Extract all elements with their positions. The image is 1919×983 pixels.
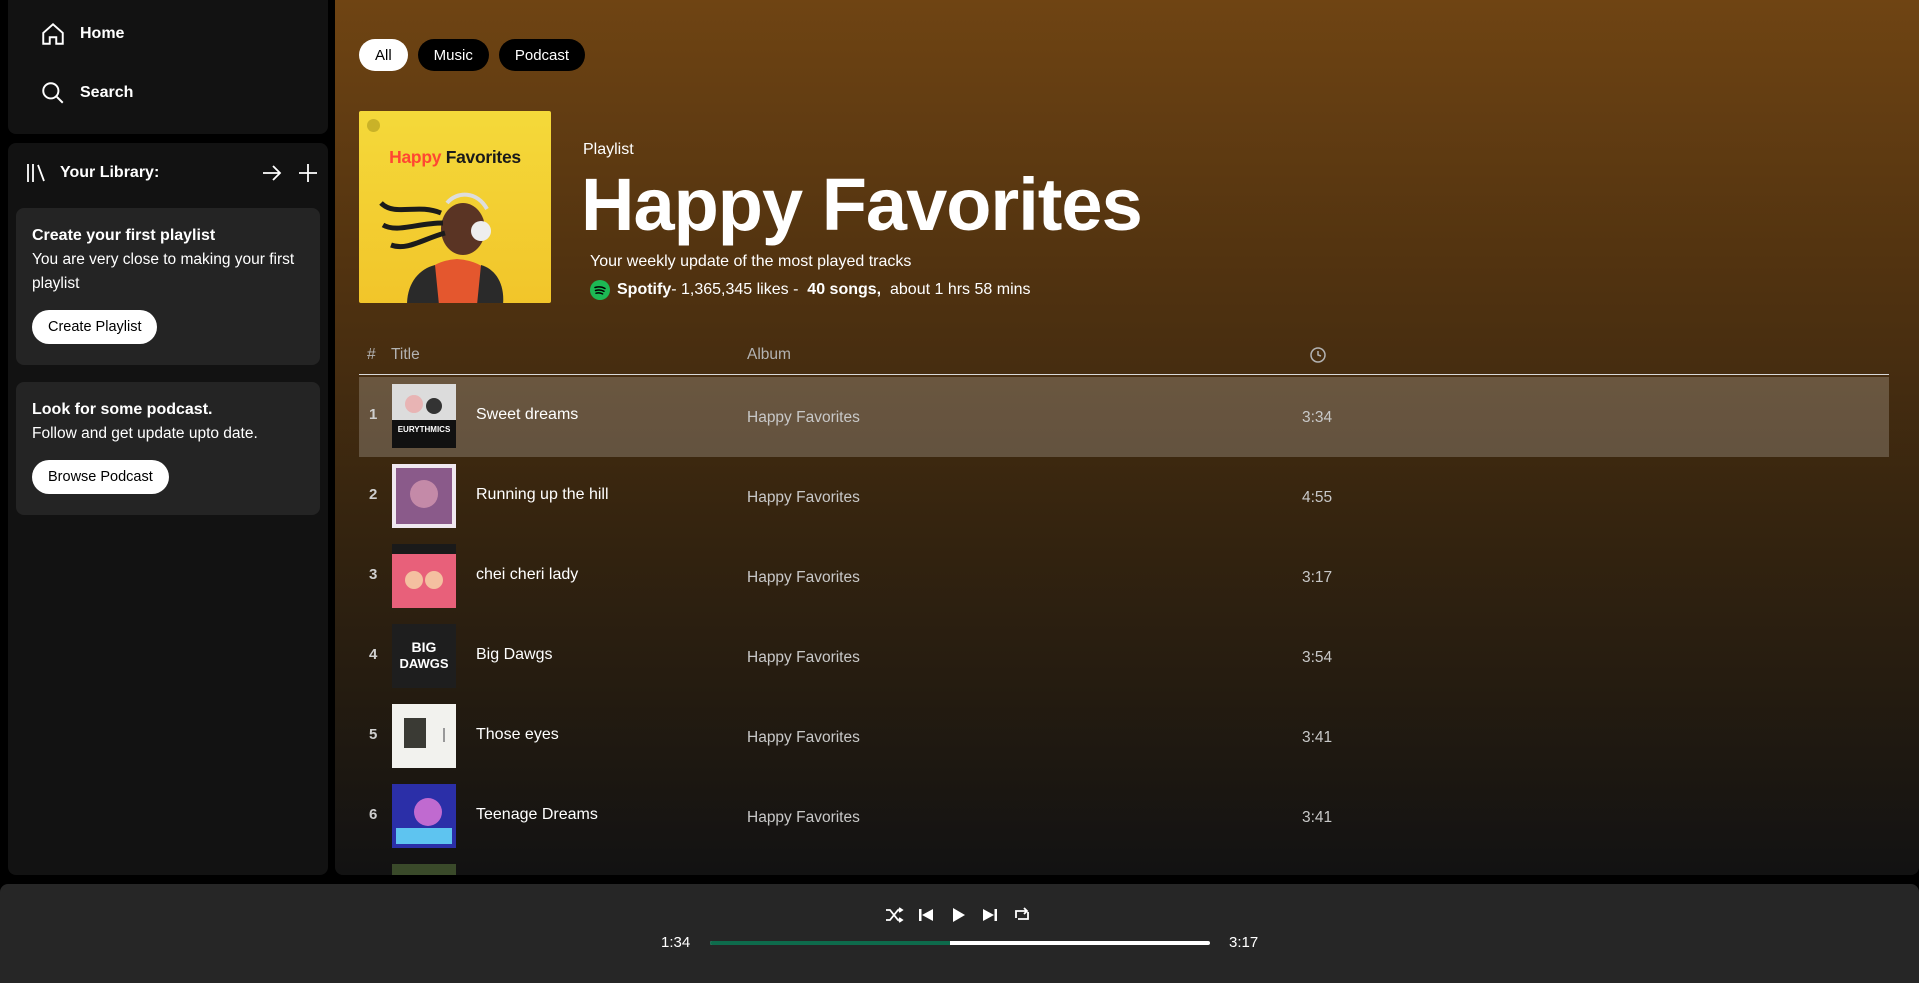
table-row[interactable]: 1 EURYTHMICS Sweet dreams Happy Favorite… [359,377,1889,457]
repeat-icon[interactable] [1012,905,1032,925]
track-title[interactable]: Teenage Dreams [476,806,598,824]
card-title: Create your first playlist [32,227,216,244]
track-title[interactable]: chei cheri lady [476,566,578,584]
home-icon [42,22,64,45]
nav-panel: Home Search [8,0,328,134]
table-row[interactable]: 4 BIG DAWGS Big Dawgs Happy Favorites 3:5… [359,617,1889,697]
card-title: Look for some podcast. [32,401,213,418]
track-duration: 3:17 [1302,569,1333,586]
card-text: Follow and get update upto date. [32,425,258,442]
track-number: 4 [369,646,378,663]
current-time: 1:34 [661,934,691,951]
track-art [392,864,456,875]
nav-home[interactable]: Home [40,21,124,47]
progress-fill [710,941,950,945]
track-art [392,704,456,768]
play-icon[interactable] [948,905,968,925]
track-art [392,464,456,528]
filter-all[interactable]: All [359,39,408,71]
track-duration: 3:34 [1302,409,1333,426]
track-art [392,544,456,608]
cover-title-favorites: Favorites [445,147,521,167]
cover-title: Happy Favorites [359,147,551,168]
track-album[interactable]: Happy Favorites [747,409,860,427]
cover-title-happy: Happy [389,147,442,167]
track-number: 3 [369,566,378,583]
next-icon[interactable] [980,905,1000,925]
column-number: # [367,346,376,363]
playlist-likes: - 1,365,345 likes - [671,281,799,298]
app: Home Search Your Library: Create your fi… [0,0,1919,983]
browse-podcast-card: Look for some podcast. Follow and get up… [16,382,320,515]
player-controls [884,905,1032,925]
track-duration: 3:54 [1302,649,1333,666]
library-header: Your Library: [24,160,320,186]
table-row[interactable]: 2 Running up the hill Happy Favorites 4:… [359,457,1889,537]
nav-home-label: Home [80,25,125,42]
track-title[interactable]: Running up the hill [476,486,609,504]
plus-icon[interactable] [296,161,320,185]
track-number: 1 [369,406,378,423]
track-number: 5 [369,726,378,743]
track-number: 6 [369,806,378,823]
svg-text:BIG: BIG [412,639,437,655]
filter-music[interactable]: Music [417,39,489,71]
playlist-description: Your weekly update of the most played tr… [590,253,912,270]
nav-search[interactable]: Search [40,80,133,106]
track-title[interactable]: Big Dawgs [476,646,552,664]
track-title[interactable]: Sweet dreams [476,406,578,424]
shuffle-icon[interactable] [884,905,904,925]
track-art [392,784,456,848]
track-album[interactable]: Happy Favorites [747,809,860,827]
track-art: EURYTHMICS [392,384,456,448]
progress-bar[interactable] [710,941,1210,945]
column-title: Title [391,346,420,363]
spotify-logo-icon [367,119,380,132]
svg-text:EURYTHMICS: EURYTHMICS [398,425,451,434]
playlist-meta: Spotify - 1,365,345 likes - 40 songs, ab… [590,280,1031,300]
create-playlist-card: Create your first playlist You are very … [16,208,320,365]
playlist-duration: about 1 hrs 58 mins [890,281,1031,298]
playlist-type: Playlist [583,141,634,158]
track-duration: 3:41 [1302,729,1333,746]
track-duration: 3:41 [1302,809,1333,826]
filter-chips: All Music Podcast [359,39,586,71]
total-time: 3:17 [1229,934,1259,951]
track-album[interactable]: Happy Favorites [747,569,860,587]
cover-person-image [379,192,504,303]
search-icon [42,82,64,104]
track-title[interactable]: Those eyes [476,726,559,744]
table-row[interactable] [359,857,1889,875]
nav-search-label: Search [80,84,134,101]
header-divider [359,374,1889,375]
filter-podcast[interactable]: Podcast [498,39,586,71]
table-row[interactable]: 5 Those eyes Happy Favorites 3:41 [359,697,1889,777]
spotify-icon [590,280,610,300]
playlist-title: Happy Favorites [581,163,1143,246]
library-panel: Your Library: Create your first playlist… [8,143,328,875]
table-row[interactable]: 6 Teenage Dreams Happy Favorites 3:41 [359,777,1889,857]
track-duration: 4:55 [1302,489,1333,506]
browse-podcast-button[interactable]: Browse Podcast [32,460,169,494]
player-bar: 1:34 3:17 [0,884,1919,983]
track-album[interactable]: Happy Favorites [747,649,860,667]
table-row[interactable]: 3 chei cheri lady Happy Favorites 3:17 [359,537,1889,617]
previous-icon[interactable] [916,905,936,925]
track-art: BIGDAWGS [392,624,456,688]
clock-icon [1310,347,1326,363]
main-content: All Music Podcast Happy Favorites Playli… [335,0,1919,875]
playlist-songs: 40 songs, [807,281,882,298]
svg-text:DAWGS: DAWGS [399,656,448,671]
track-album[interactable]: Happy Favorites [747,489,860,507]
card-text: You are very close to making your first … [32,251,295,292]
arrow-right-icon[interactable] [260,161,284,185]
library-icon[interactable] [24,161,48,185]
playlist-cover: Happy Favorites [359,111,551,303]
playlist-owner[interactable]: Spotify [617,281,671,299]
create-playlist-button[interactable]: Create Playlist [32,310,158,344]
library-title: Your Library: [60,164,160,181]
track-album[interactable]: Happy Favorites [747,729,860,747]
track-number: 2 [369,486,378,503]
column-album: Album [747,346,791,363]
